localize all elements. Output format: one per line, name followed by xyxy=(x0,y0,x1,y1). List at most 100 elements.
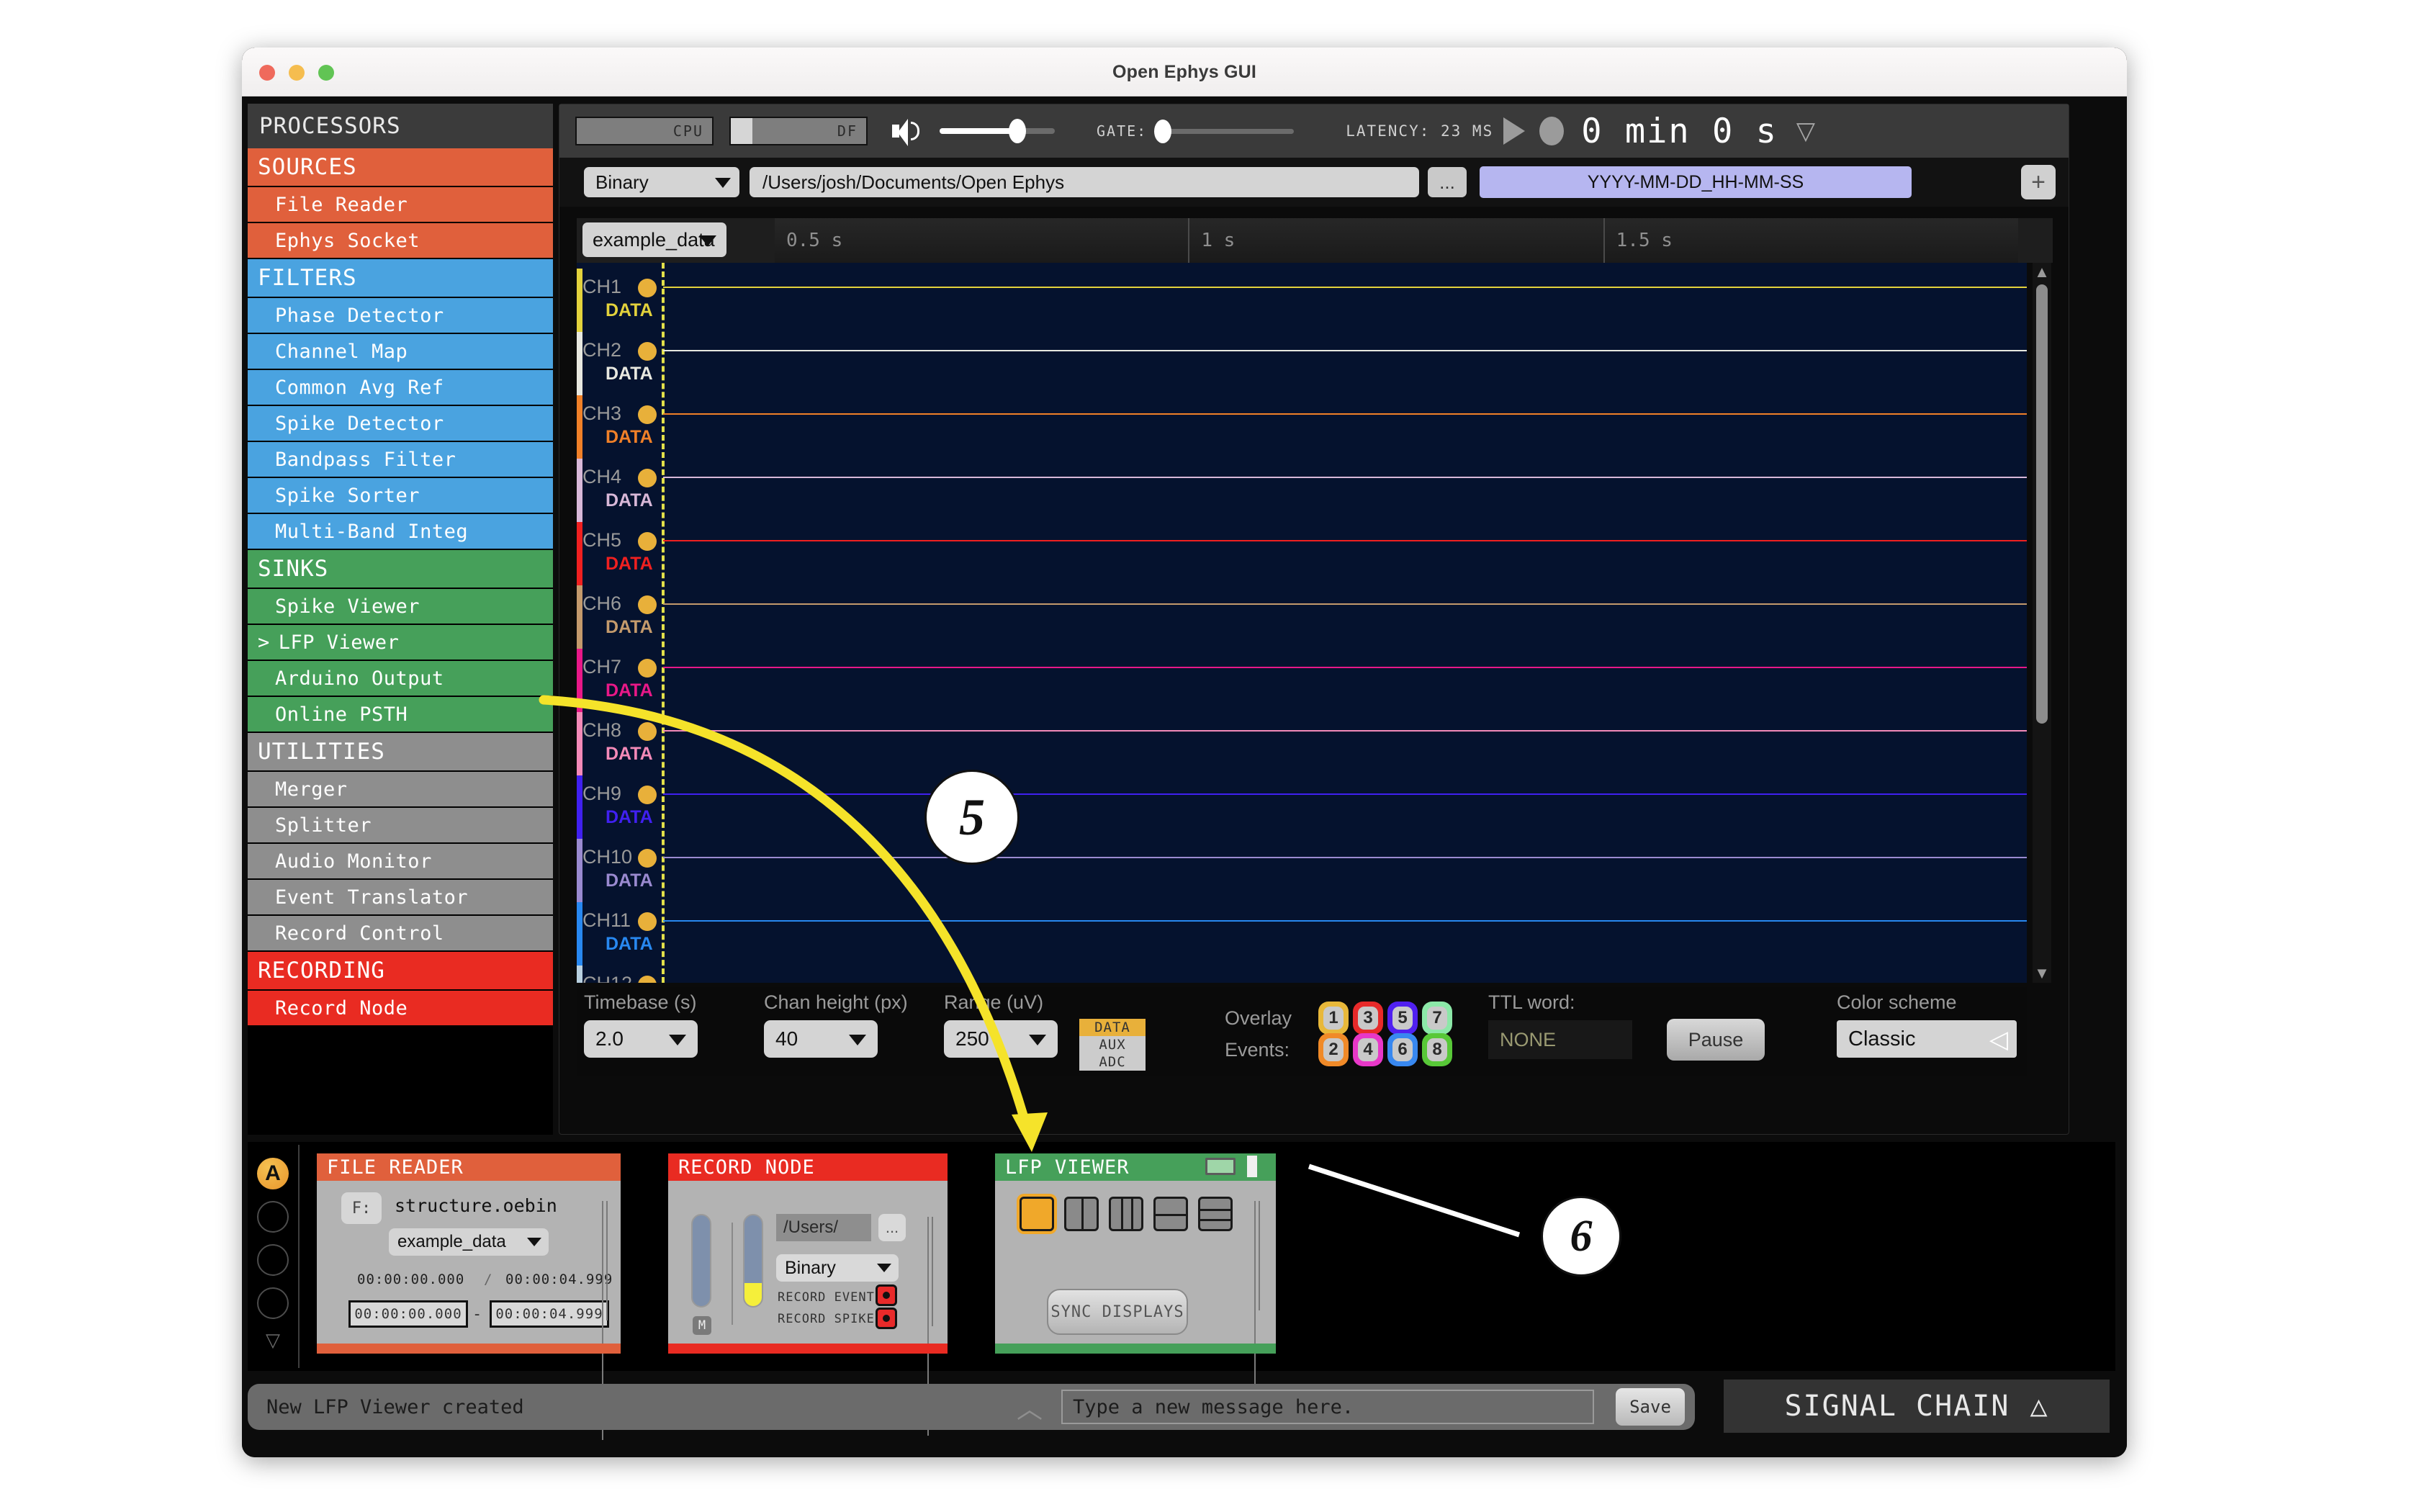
event-badge-7[interactable]: 7 xyxy=(1422,1002,1452,1035)
timebase-dropdown[interactable]: 2.0 xyxy=(584,1020,698,1058)
processor-item-record-node[interactable]: Record Node xyxy=(248,991,553,1027)
channel-enable-dot[interactable] xyxy=(638,469,657,487)
volume-slider-knob[interactable] xyxy=(1009,119,1026,143)
range-dropdown[interactable]: 250 xyxy=(944,1020,1058,1058)
category-sources[interactable]: SOURCES xyxy=(248,148,553,187)
processor-item-merger[interactable]: Merger xyxy=(248,772,553,808)
signal-chain-toggle[interactable]: SIGNAL CHAIN △ xyxy=(1724,1380,2110,1433)
scroll-down-icon[interactable]: ▼ xyxy=(2033,964,2051,983)
processor-item-phase-detector[interactable]: Phase Detector xyxy=(248,298,553,334)
layout-option-split-3[interactable] xyxy=(1109,1197,1143,1231)
processor-item-online-psth[interactable]: Online PSTH xyxy=(248,697,553,733)
event-badges-row-bottom[interactable]: 2 4 6 8 xyxy=(1318,1033,1452,1066)
channel-enable-dot[interactable] xyxy=(638,659,657,678)
chanheight-dropdown[interactable]: 40 xyxy=(764,1020,878,1058)
node-lfp-viewer-layout-group[interactable] xyxy=(1020,1197,1233,1231)
chevron-up-icon[interactable]: ︿ xyxy=(1017,1388,1043,1426)
processor-item-bandpass-filter[interactable]: Bandpass Filter xyxy=(248,442,553,478)
channel-enable-dot[interactable] xyxy=(638,849,657,868)
layout-option-split-2[interactable] xyxy=(1064,1197,1099,1231)
processor-item-arduino-output[interactable]: Arduino Output xyxy=(248,661,553,697)
chevron-left-icon[interactable]: ◁ xyxy=(1989,1025,2008,1054)
processor-item-channel-map[interactable]: Channel Map xyxy=(248,334,553,370)
event-badges-row-top[interactable]: 1 3 5 7 xyxy=(1318,1002,1452,1035)
node-record-node-format-dropdown[interactable]: Binary xyxy=(776,1254,899,1282)
node-file-reader-grip[interactable] xyxy=(602,1201,612,1440)
editor-scroll-down-icon[interactable]: ▽ xyxy=(252,1329,294,1351)
channel-enable-dot[interactable] xyxy=(638,532,657,551)
node-record-node-browse-button[interactable]: ... xyxy=(878,1214,906,1241)
speaker-icon[interactable] xyxy=(891,116,921,146)
chevron-down-icon[interactable] xyxy=(1796,121,1819,141)
editor-slot-3[interactable] xyxy=(257,1244,289,1276)
node-file-reader-file-button[interactable]: F: xyxy=(341,1192,382,1224)
scroll-up-icon[interactable]: ▲ xyxy=(2033,263,2051,282)
processor-item-file-reader[interactable]: File Reader xyxy=(248,187,553,223)
channel-enable-dot[interactable] xyxy=(638,405,657,424)
category-recording[interactable]: RECORDING xyxy=(248,952,553,991)
node-record-node-monitor-button[interactable]: M xyxy=(693,1316,711,1335)
record-format-dropdown[interactable]: Binary xyxy=(584,167,739,197)
node-lfp-viewer[interactable]: LFP VIEWER SYNC DISPLAYS xyxy=(995,1153,1276,1420)
record-path-dropdown[interactable]: /Users/josh/Documents/Open Ephys xyxy=(750,167,1419,197)
editor-badge-a[interactable]: A xyxy=(257,1158,289,1189)
lfp-source-dropdown[interactable]: example_data xyxy=(582,222,726,257)
category-filters[interactable]: FILTERS xyxy=(248,259,553,298)
event-badge-1[interactable]: 1 xyxy=(1318,1002,1349,1035)
event-badge-4[interactable]: 4 xyxy=(1353,1033,1383,1066)
stream-type-adc[interactable]: ADC xyxy=(1079,1053,1146,1071)
processor-item-spike-sorter[interactable]: Spike Sorter xyxy=(248,478,553,514)
colorscheme-selector[interactable]: Classic ◁ xyxy=(1837,1020,2017,1058)
stream-type-data[interactable]: DATA xyxy=(1079,1019,1146,1036)
channel-enable-dot[interactable] xyxy=(638,976,657,983)
node-lfp-viewer-collapse-icon[interactable] xyxy=(1247,1156,1257,1177)
event-badge-2[interactable]: 2 xyxy=(1318,1033,1349,1066)
processor-item-record-control[interactable]: Record Control xyxy=(248,916,553,952)
node-file-reader-range-start[interactable]: 00:00:00.000 xyxy=(348,1300,468,1328)
node-record-node-record-spikes-toggle[interactable] xyxy=(876,1308,897,1329)
channel-enable-dot[interactable] xyxy=(638,722,657,741)
node-record-node-record-events-toggle[interactable] xyxy=(876,1284,897,1306)
node-record-node-path[interactable]: /Users/ xyxy=(776,1214,871,1241)
node-file-reader-dataset-dropdown[interactable]: example_data xyxy=(389,1228,549,1256)
record-button[interactable] xyxy=(1539,117,1565,145)
layout-option-single[interactable] xyxy=(1020,1197,1054,1231)
scrollbar-thumb[interactable] xyxy=(2036,284,2048,724)
processor-item-audio-monitor[interactable]: Audio Monitor xyxy=(248,844,553,880)
node-record-node-grip[interactable] xyxy=(927,1217,937,1436)
event-badge-5[interactable]: 5 xyxy=(1387,1002,1418,1035)
processor-item-common-avg-ref[interactable]: Common Avg Ref xyxy=(248,370,553,406)
processor-item-ephys-socket[interactable]: Ephys Socket xyxy=(248,223,553,259)
category-sinks[interactable]: SINKS xyxy=(248,550,553,589)
gate-slider-knob[interactable] xyxy=(1154,119,1172,143)
category-utilities[interactable]: UTILITIES xyxy=(248,733,553,772)
record-date-pattern-field[interactable]: YYYY-MM-DD_HH-MM-SS xyxy=(1480,166,1912,198)
save-button[interactable]: Save xyxy=(1616,1388,1685,1426)
node-file-reader-range-end[interactable]: 00:00:04.999 xyxy=(490,1300,609,1328)
channel-enable-dot[interactable] xyxy=(638,279,657,297)
record-path-browse-button[interactable]: ... xyxy=(1428,167,1467,197)
node-lfp-viewer-sync-displays-button[interactable]: SYNC DISPLAYS xyxy=(1047,1289,1188,1335)
pause-button[interactable]: Pause xyxy=(1667,1019,1765,1061)
add-record-node-button[interactable]: + xyxy=(2021,165,2056,199)
node-lfp-viewer-grip[interactable] xyxy=(1254,1201,1264,1420)
event-badge-8[interactable]: 8 xyxy=(1422,1033,1452,1066)
processor-item-lfp-viewer[interactable]: > LFP Viewer xyxy=(248,625,553,661)
stream-type-selector[interactable]: DATA AUX ADC xyxy=(1079,1019,1146,1071)
node-record-node[interactable]: RECORD NODE M /Users/ ... Binary RECORD … xyxy=(668,1153,948,1436)
channel-enable-dot[interactable] xyxy=(638,342,657,361)
editor-slot-2[interactable] xyxy=(257,1201,289,1233)
stream-type-aux[interactable]: AUX xyxy=(1079,1036,1146,1053)
volume-slider[interactable] xyxy=(940,119,1055,143)
play-button[interactable] xyxy=(1503,117,1526,145)
processor-item-splitter[interactable]: Splitter xyxy=(248,808,553,844)
node-lfp-viewer-window-icon[interactable] xyxy=(1205,1158,1236,1175)
event-badge-6[interactable]: 6 xyxy=(1387,1033,1418,1066)
channel-enable-dot[interactable] xyxy=(638,595,657,614)
processor-item-event-translator[interactable]: Event Translator xyxy=(248,880,553,916)
lfp-trace-canvas[interactable]: CH1 DATA CH2 DATA CH3 DATA CH4 DATA CH5 DATA CH6 DA… xyxy=(577,263,2027,983)
channel-enable-dot[interactable] xyxy=(638,912,657,931)
layout-option-stack-3[interactable] xyxy=(1198,1197,1233,1231)
message-input[interactable]: Type a new message here. xyxy=(1061,1390,1594,1424)
gate-slider[interactable] xyxy=(1154,119,1295,143)
